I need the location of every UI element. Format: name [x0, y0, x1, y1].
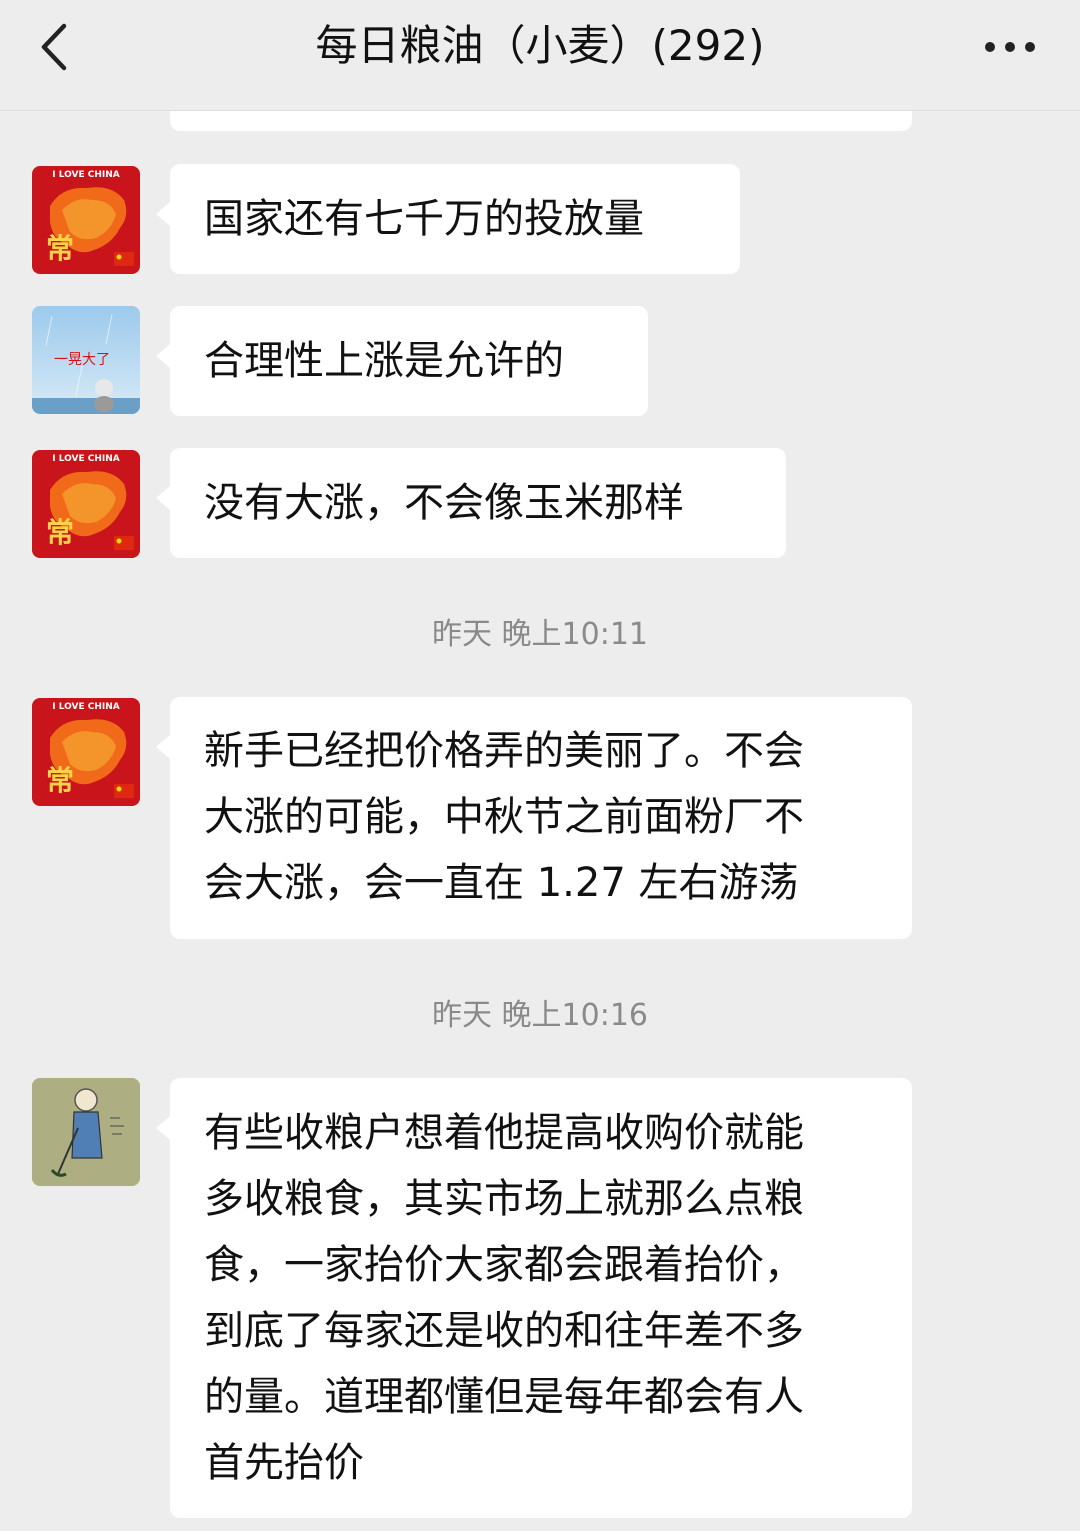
message-line: 的量。道理都懂但是每年都会有人 — [204, 1374, 804, 1420]
chat-message-list[interactable]: I LOVE CHINA 常 国家还有七千万的投放量 一晃大了 合理性上涨是允许… — [0, 111, 1080, 1531]
more-dots-icon — [985, 42, 1035, 52]
message-line: 首先抬价 — [204, 1440, 364, 1486]
previous-message-bubble[interactable] — [170, 111, 912, 131]
sketch-figure-avatar-icon — [32, 1078, 140, 1186]
message-bubble[interactable]: 国家还有七千万的投放量 — [156, 164, 740, 274]
message-line: 到底了每家还是收的和往年差不多 — [204, 1308, 804, 1354]
message-text: 合理性上涨是允许的 — [204, 338, 564, 384]
china-map-avatar-icon: I LOVE CHINA 常 — [32, 698, 140, 806]
rain-figure-avatar-icon: 一晃大了 — [32, 306, 140, 414]
message-line: 有些收粮户想着他提高收购价就能 — [204, 1110, 804, 1156]
message-line: 大涨的可能，中秋节之前面粉厂不 — [204, 794, 804, 840]
china-map-avatar-icon: I LOVE CHINA 常 — [32, 166, 140, 274]
chat-title: 每日粮油（小麦）(292) — [315, 21, 765, 70]
svg-text:I LOVE CHINA: I LOVE CHINA — [52, 454, 120, 464]
svg-text:常: 常 — [46, 764, 74, 797]
avatar-china[interactable]: I LOVE CHINA 常 — [32, 166, 140, 274]
timestamp: 昨天 晚上10:11 — [432, 617, 648, 652]
svg-text:常: 常 — [46, 232, 74, 265]
message-line: 新手已经把价格弄的美丽了。不会 — [204, 728, 804, 774]
message-line: 食，一家抬价大家都会跟着抬价， — [204, 1242, 804, 1288]
message-line: 会大涨，会一直在 1.27 左右游荡 — [204, 860, 799, 906]
more-button[interactable] — [980, 22, 1040, 72]
message-line: 多收粮食，其实市场上就那么点粮 — [204, 1176, 804, 1222]
svg-text:I LOVE CHINA: I LOVE CHINA — [52, 170, 120, 180]
avatar-sketch[interactable] — [32, 1078, 140, 1186]
message-bubble[interactable]: 有些收粮户想着他提高收购价就能 多收粮食，其实市场上就那么点粮 食，一家抬价大家… — [156, 1078, 912, 1518]
avatar-china[interactable]: I LOVE CHINA 常 — [32, 450, 140, 558]
svg-text:常: 常 — [46, 516, 74, 549]
message-bubble[interactable]: 没有大涨，不会像玉米那样 — [156, 448, 786, 558]
avatar-china[interactable]: I LOVE CHINA 常 — [32, 698, 140, 806]
svg-text:I LOVE CHINA: I LOVE CHINA — [52, 702, 120, 712]
message-text: 国家还有七千万的投放量 — [204, 196, 644, 242]
china-map-avatar-icon: I LOVE CHINA 常 — [32, 450, 140, 558]
avatar-rain[interactable]: 一晃大了 — [32, 306, 140, 414]
timestamp: 昨天 晚上10:16 — [432, 998, 648, 1033]
message-text: 没有大涨，不会像玉米那样 — [204, 480, 684, 526]
message-bubble[interactable]: 新手已经把价格弄的美丽了。不会 大涨的可能，中秋节之前面粉厂不 会大涨，会一直在… — [156, 697, 912, 939]
chat-header: 每日粮油（小麦）(292) — [0, 0, 1080, 111]
svg-text:一晃大了: 一晃大了 — [54, 352, 110, 368]
message-bubble[interactable]: 合理性上涨是允许的 — [156, 306, 648, 416]
